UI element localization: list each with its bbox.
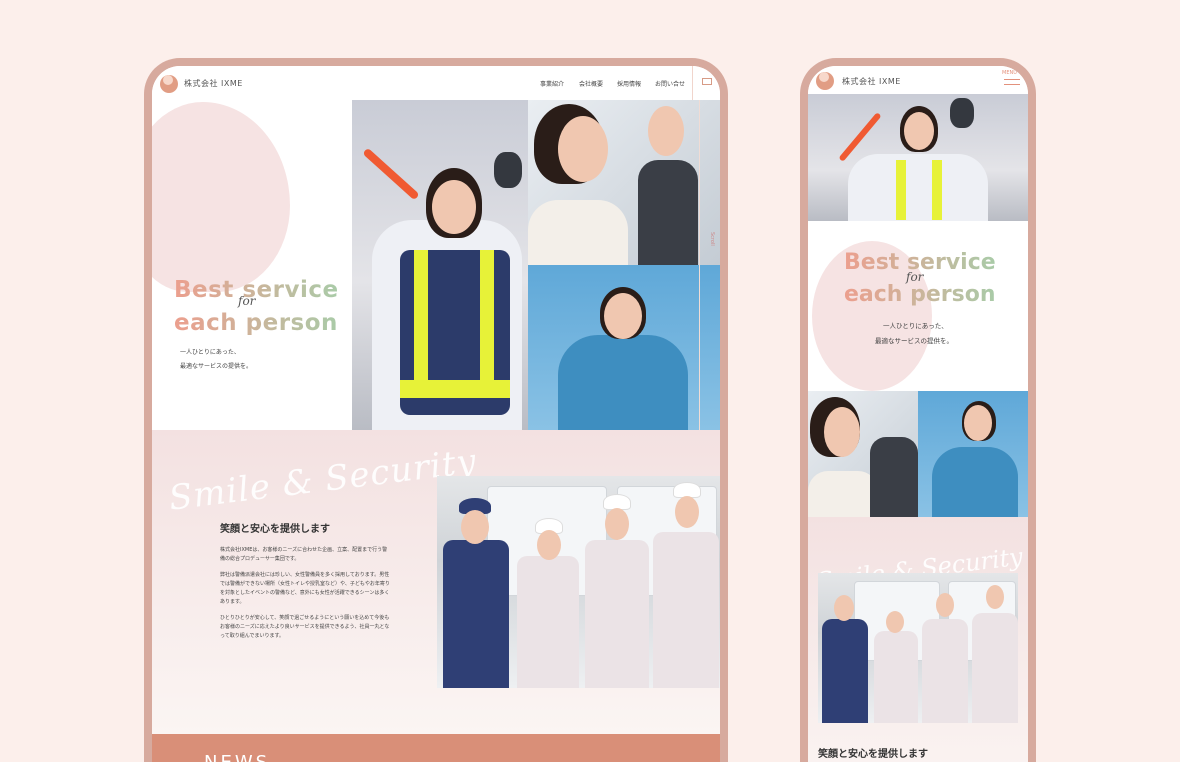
nav-item-business[interactable]: 事業紹介 <box>540 79 564 88</box>
mobile-header: 株式会社 IXME MENU <box>808 66 1028 94</box>
mail-icon <box>702 78 712 85</box>
nav-item-company[interactable]: 会社概要 <box>579 79 603 88</box>
menu-label: MENU <box>1002 70 1017 76</box>
mobile-device-frame: 株式会社 IXME MENU Best service each person … <box>800 58 1036 762</box>
mobile-hero-section: Best service each person for 一人ひとりにあった、 … <box>808 221 1028 391</box>
mail-button[interactable] <box>692 66 720 100</box>
worker-white-2 <box>585 540 649 688</box>
about-paragraph-1: 株式会社IXMEは、お客様のニーズに合わせた企画、立案、配置まで行う警備の総合プ… <box>220 547 388 562</box>
desktop-device-frame: 株式会社 IXME 事業紹介 会社概要 採用情報 お問い合せ Best serv… <box>144 58 728 762</box>
nav-item-contact[interactable]: お問い合せ <box>655 79 685 88</box>
hero-blob-decoration <box>152 102 290 292</box>
hero-photo-worker <box>528 265 720 430</box>
vest-stripe-bottom <box>400 380 510 398</box>
company-name[interactable]: 株式会社 IXME <box>842 76 901 87</box>
company-logo-icon[interactable] <box>160 75 178 93</box>
worker-face <box>604 293 642 339</box>
hero-for-script: for <box>906 270 924 284</box>
mobile-photo-operator <box>808 391 918 517</box>
about-body: 株式会社IXMEは、お客様のニーズに合わせた企画、立案、配置まで行う警備の総合プ… <box>220 546 390 648</box>
worker-white-1 <box>517 556 579 688</box>
company-name[interactable]: 株式会社 IXME <box>184 78 243 89</box>
news-title: NEWS <box>204 752 270 762</box>
scroll-indicator[interactable]: Scroll <box>705 232 715 292</box>
vest-stripe-right <box>480 250 494 380</box>
about-script-heading: Smile & Security <box>166 441 479 519</box>
menu-bar-icon <box>1004 79 1020 80</box>
hero-subtext: 一人ひとりにあった、 最適なサービスの提供を。 <box>180 349 253 370</box>
mobile-photo-worker <box>918 391 1028 517</box>
nav-item-recruit[interactable]: 採用情報 <box>617 79 641 88</box>
hero-line-2: each person <box>174 307 339 340</box>
about-photo-team <box>437 476 720 688</box>
about-section: Smile & Security 笑顔と安心を提供します 株式会社IXMEは、お… <box>152 430 720 734</box>
about-title: 笑顔と安心を提供します <box>220 524 330 535</box>
hero-for-script: for <box>238 294 256 308</box>
desktop-screen: 株式会社 IXME 事業紹介 会社概要 採用情報 お問い合せ Best serv… <box>152 66 720 762</box>
hero-headline: Best service each person <box>174 274 339 341</box>
about-title: 笑顔と安心を提供します <box>818 749 928 760</box>
hero-line-1: Best service <box>174 274 339 307</box>
about-paragraph-3: ひとりひとりが安心して、笑顔で過ごせるようにという願いを込めて今後もお客様のニー… <box>220 615 390 639</box>
face-shape <box>432 180 476 234</box>
mobile-screen: 株式会社 IXME MENU Best service each person … <box>808 66 1028 762</box>
about-paragraph-2: 弊社は警備派遣会社には珍しい、女性警備員を多く採用しております。男性では警備がで… <box>220 572 390 605</box>
jacket-shape <box>558 335 688 430</box>
mobile-about-section: Smile & Security 笑顔と安心を提供します <box>808 517 1028 762</box>
glove-shape <box>494 152 522 188</box>
hero-subtext: 一人ひとりにあった、 最適なサービスの提供を。 <box>875 322 953 345</box>
hero-photo-guard <box>352 100 528 430</box>
hero-photo-operator <box>528 100 720 265</box>
company-logo-icon[interactable] <box>816 72 834 90</box>
baton-shape <box>362 147 420 201</box>
worker-white-3 <box>653 532 719 688</box>
mobile-photo-team <box>818 573 1018 723</box>
desktop-header: 株式会社 IXME 事業紹介 会社概要 採用情報 お問い合せ <box>152 66 720 100</box>
mobile-hero-photo-guard <box>808 94 1028 221</box>
news-section: NEWS <box>152 734 720 762</box>
vest-stripe-left <box>414 250 428 380</box>
hero-section: Best service each person for 一人ひとりにあった、 … <box>152 100 720 430</box>
worker-navy <box>443 540 509 688</box>
operator-face <box>558 116 608 182</box>
hero-divider-line <box>699 100 700 430</box>
hamburger-menu-button[interactable]: MENU <box>1002 70 1026 90</box>
